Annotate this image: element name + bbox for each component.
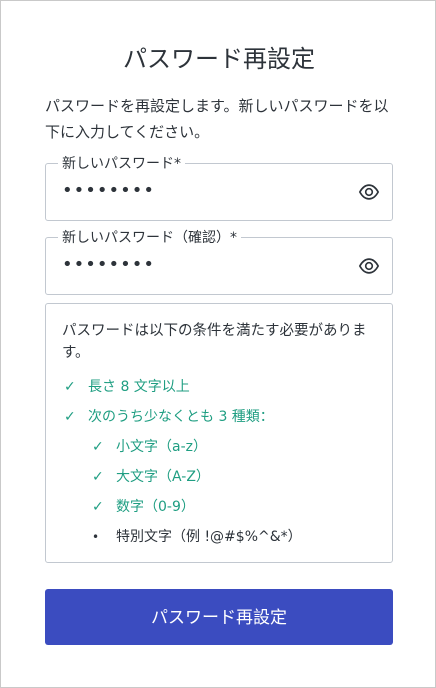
requirement-special: • 特別文字（例 !@#$%^&*）	[92, 529, 302, 545]
reset-password-button[interactable]: パスワード再設定	[45, 589, 393, 645]
eye-icon[interactable]	[358, 181, 380, 203]
check-icon: ✓	[92, 499, 104, 515]
check-icon: ✓	[92, 439, 104, 455]
confirm-password-label: 新しいパスワード（確認）*	[58, 227, 241, 247]
new-password-field[interactable]: 新しいパスワード* ••••••••	[45, 153, 393, 221]
eye-icon[interactable]	[358, 255, 380, 277]
requirement-length: ✓ 長さ 8 文字以上	[64, 379, 190, 395]
page-description: パスワードを再設定します。新しいパスワードを以下に入力してください。	[45, 97, 389, 141]
requirement-types: ✓ 次のうち少なくとも 3 種類：	[64, 409, 274, 425]
confirm-password-value[interactable]: ••••••••	[62, 254, 155, 275]
dialog-frame: パスワード再設定 パスワードを再設定します。新しいパスワードを以下に入力してくだ…	[0, 0, 436, 688]
check-icon: ✓	[64, 409, 76, 425]
confirm-password-field[interactable]: 新しいパスワード（確認）* ••••••••	[45, 227, 393, 295]
requirements-heading: パスワードは以下の条件を満たす必要があります。	[62, 323, 367, 361]
new-password-label: 新しいパスワード*	[58, 153, 185, 173]
requirement-uppercase: ✓ 大文字（A-Z）	[92, 469, 210, 485]
requirement-digits: ✓ 数字（0-9）	[92, 499, 195, 515]
password-requirements-box: パスワードは以下の条件を満たす必要があります。 ✓ 長さ 8 文字以上 ✓ 次のうち…	[45, 303, 393, 563]
page-title: パスワード再設定	[123, 45, 315, 73]
bullet-icon: •	[92, 530, 100, 544]
check-icon: ✓	[92, 469, 104, 485]
new-password-value[interactable]: ••••••••	[62, 180, 155, 201]
requirement-lowercase: ✓ 小文字（a-z）	[92, 439, 207, 455]
check-icon: ✓	[64, 379, 76, 395]
